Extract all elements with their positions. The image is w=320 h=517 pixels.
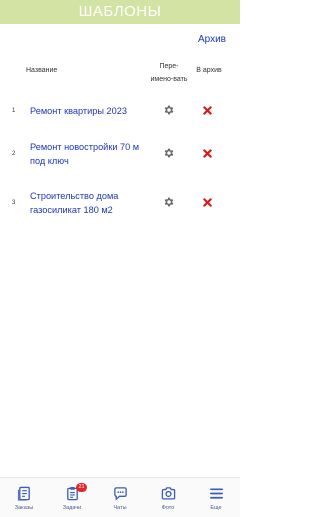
chat-icon <box>114 487 127 501</box>
row-number: 1 <box>12 108 16 114</box>
template-title-link[interactable]: Ремонт квартиры 2023 <box>30 104 148 118</box>
tab-photo[interactable]: Фото <box>144 478 192 517</box>
close-icon[interactable] <box>203 198 212 207</box>
page-title: ШАБЛОНЫ <box>78 3 162 20</box>
camera-icon <box>161 487 176 500</box>
page-header: ШАБЛОНЫ <box>0 0 240 24</box>
template-title-link[interactable]: Строительство дома газосиликат 180 м2 <box>30 189 148 217</box>
bottom-tab-bar: Заказы 21 Задачи Чаты Фото Еще <box>0 477 240 517</box>
tab-label: Заказы <box>14 505 34 511</box>
column-header-rename: Пере-имено-вать <box>150 63 188 83</box>
close-icon[interactable] <box>203 106 212 115</box>
tab-tasks[interactable]: 21 Задачи <box>48 478 96 517</box>
column-header-archive: В архив <box>196 67 222 74</box>
close-icon[interactable] <box>203 149 212 158</box>
tab-orders[interactable]: Заказы <box>0 478 48 517</box>
template-title-link[interactable]: Ремонт новостройки 70 м под ключ <box>30 140 148 168</box>
menu-icon <box>210 488 223 499</box>
tasks-count-badge: 21 <box>76 483 87 492</box>
tab-label: Фото <box>161 505 175 511</box>
column-header-name: Название <box>26 67 58 74</box>
orders-icon <box>17 486 30 501</box>
gear-icon[interactable] <box>163 147 175 159</box>
tab-more[interactable]: Еще <box>192 478 240 517</box>
archive-link[interactable]: Архив <box>198 34 226 45</box>
tab-chats[interactable]: Чаты <box>96 478 144 517</box>
tab-label: Чаты <box>113 505 127 511</box>
tab-label: Задачи <box>62 505 82 511</box>
tab-label: Еще <box>210 505 222 511</box>
row-number: 2 <box>12 151 16 157</box>
gear-icon[interactable] <box>163 196 175 208</box>
row-number: 3 <box>12 200 16 206</box>
gear-icon[interactable] <box>163 104 175 116</box>
